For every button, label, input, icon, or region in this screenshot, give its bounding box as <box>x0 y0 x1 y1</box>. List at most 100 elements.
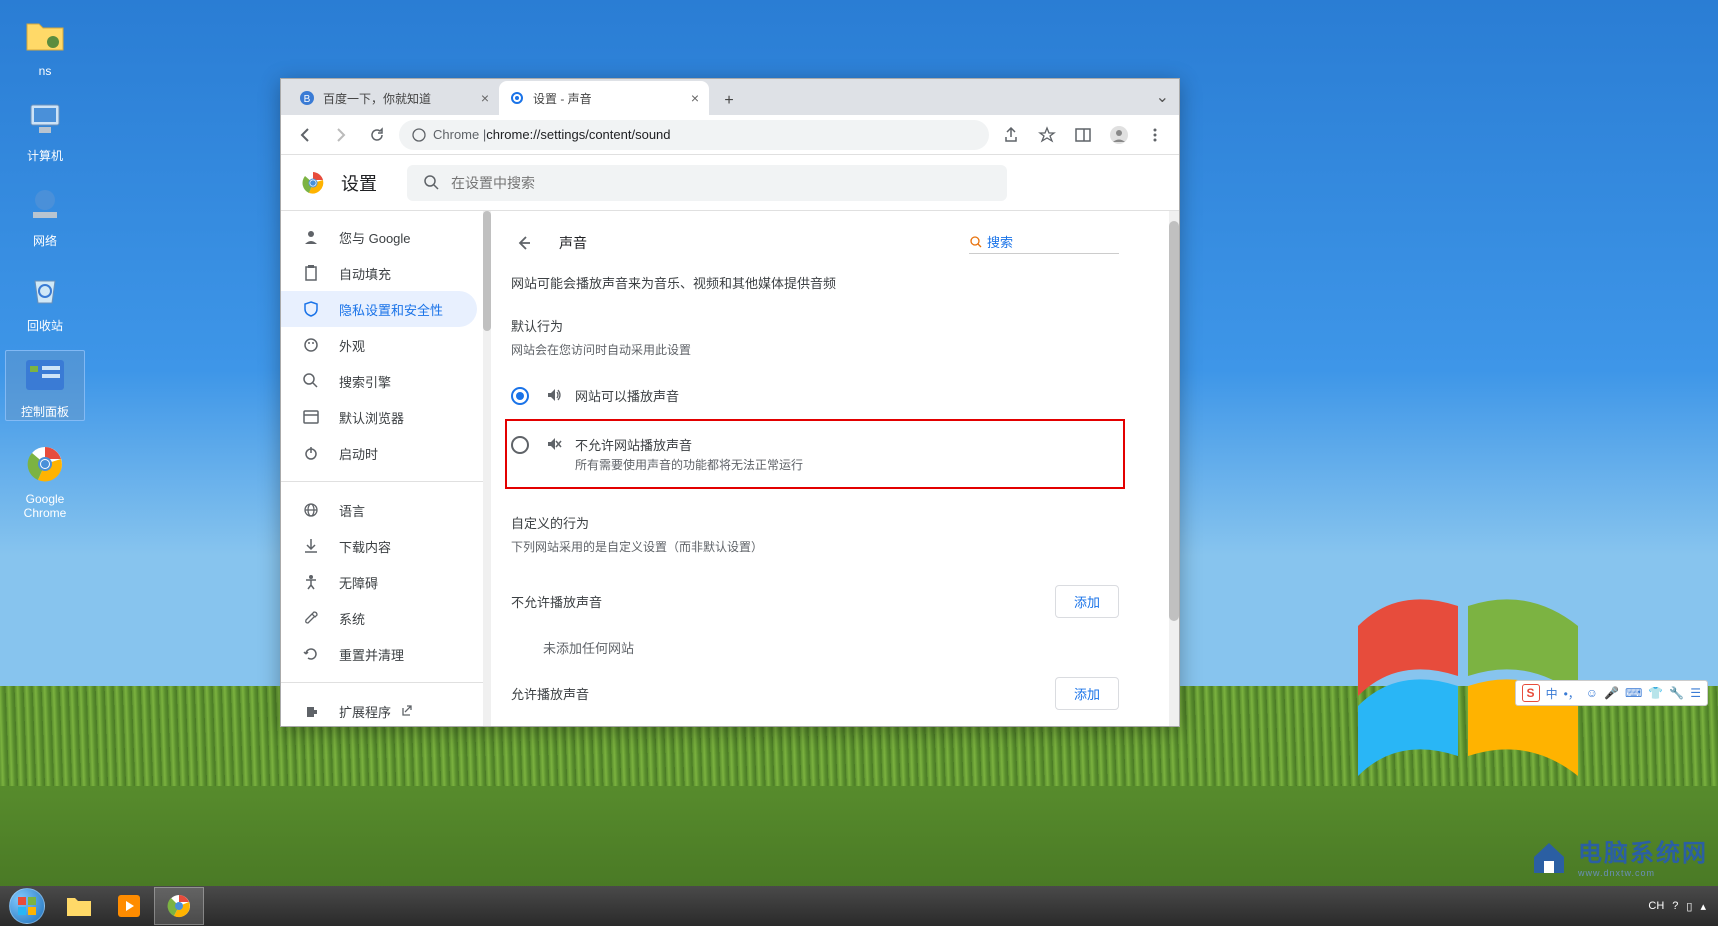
ime-toolbar[interactable]: S 中 •， ☺ 🎤 ⌨ 👕 🔧 ☰ <box>1515 680 1708 706</box>
bookmark-icon[interactable] <box>1033 121 1061 149</box>
sidebar-scrollbar[interactable] <box>483 211 491 726</box>
taskbar-chrome[interactable] <box>154 887 204 925</box>
sidebar-item-downloads[interactable]: 下载内容 <box>281 528 477 564</box>
sidebar-item-on-startup[interactable]: 启动时 <box>281 435 477 471</box>
sidebar-item-search-engine[interactable]: 搜索引擎 <box>281 363 477 399</box>
tab-close-icon[interactable]: × <box>481 90 489 106</box>
desktop-icon-label: 回收站 <box>5 317 85 334</box>
sidebar-item-extensions[interactable]: 扩展程序 <box>281 693 477 726</box>
ime-punct-icon[interactable]: •， <box>1564 685 1580 702</box>
tray-flag-icon[interactable]: ▯ <box>1686 900 1692 913</box>
tray-expand-icon[interactable]: ▴ <box>1700 900 1706 913</box>
side-panel-icon[interactable] <box>1069 121 1097 149</box>
tray-language[interactable]: CH <box>1648 900 1664 912</box>
sidebar-item-reset[interactable]: 重置并清理 <box>281 636 477 672</box>
ime-tool-icon[interactable]: 🔧 <box>1669 686 1684 700</box>
ime-menu-icon[interactable]: ☰ <box>1690 686 1701 700</box>
sidebar-item-label: 自动填充 <box>339 264 391 283</box>
page-back-button[interactable] <box>511 231 535 255</box>
tab-dropdown-icon[interactable]: ⌄ <box>1156 87 1169 107</box>
radio-label: 网站可以播放声音 <box>575 386 679 405</box>
settings-search-input[interactable] <box>451 175 991 191</box>
palette-icon <box>301 336 321 354</box>
ime-emoji-icon[interactable]: ☺ <box>1586 686 1598 700</box>
ime-keyboard-icon[interactable]: ⌨ <box>1625 686 1642 700</box>
sidebar-item-label: 默认浏览器 <box>339 408 404 427</box>
desktop-icon-ns[interactable]: ns <box>5 12 85 78</box>
share-icon[interactable] <box>997 121 1025 149</box>
svg-text:B: B <box>304 94 311 105</box>
external-link-icon <box>399 704 413 718</box>
radio-button[interactable] <box>511 436 529 454</box>
desktop-icon-chrome[interactable]: Google Chrome <box>5 440 85 520</box>
taskbar-explorer[interactable] <box>54 887 104 925</box>
new-tab-button[interactable]: + <box>715 87 743 115</box>
ime-lang[interactable]: 中 <box>1546 685 1558 702</box>
search-small-icon <box>969 235 983 249</box>
sidebar-item-label: 启动时 <box>339 444 378 463</box>
folder-icon <box>21 12 69 60</box>
sidebar-item-label: 语言 <box>339 501 365 520</box>
desktop-icon-network[interactable]: 网络 <box>5 180 85 249</box>
block-list-label: 不允许播放声音 <box>511 592 602 611</box>
settings-header: 设置 <box>281 155 1179 211</box>
allow-list-header: 允许播放声音 添加 <box>511 665 1119 722</box>
desktop-icon-computer[interactable]: 计算机 <box>5 95 85 164</box>
page-search[interactable]: 搜索 <box>969 232 1119 254</box>
tab-baidu[interactable]: B 百度一下，你就知道 × <box>289 81 499 115</box>
content-scrollbar[interactable] <box>1169 211 1179 726</box>
sidebar-item-default-browser[interactable]: 默认浏览器 <box>281 399 477 435</box>
sidebar-item-accessibility[interactable]: 无障碍 <box>281 564 477 600</box>
sidebar-item-privacy[interactable]: 隐私设置和安全性 <box>281 291 477 327</box>
radio-block-sound[interactable]: 不允许网站播放声音 所有需要使用声音的功能都将无法正常运行 <box>511 425 1119 483</box>
address-bar[interactable]: Chrome | chrome://settings/content/sound <box>399 120 989 150</box>
settings-content: 声音 搜索 网站可能会播放声音来为音乐、视频和其他媒体提供音频 默认行为 网站会… <box>491 211 1179 726</box>
chrome-logo-icon <box>301 171 325 195</box>
radio-button[interactable] <box>511 387 529 405</box>
recycle-bin-icon <box>21 265 69 313</box>
highlight-annotation: 不允许网站播放声音 所有需要使用声音的功能都将无法正常运行 <box>505 419 1125 489</box>
desktop-icon-label: 控制面板 <box>6 403 84 420</box>
desktop-icon-label: ns <box>5 64 85 78</box>
person-icon <box>301 228 321 246</box>
volume-mute-icon <box>545 435 565 453</box>
add-block-button[interactable]: 添加 <box>1055 585 1119 618</box>
sidebar-item-autofill[interactable]: 自动填充 <box>281 255 477 291</box>
sidebar-item-system[interactable]: 系统 <box>281 600 477 636</box>
sidebar-item-label: 搜索引擎 <box>339 372 391 391</box>
block-list-header: 不允许播放声音 添加 <box>511 573 1119 630</box>
tab-close-icon[interactable]: × <box>691 90 699 106</box>
sidebar-item-appearance[interactable]: 外观 <box>281 327 477 363</box>
settings-search[interactable] <box>407 165 1007 201</box>
control-panel-icon <box>21 351 69 399</box>
forward-button[interactable] <box>327 121 355 149</box>
ime-skin-icon[interactable]: 👕 <box>1648 686 1663 700</box>
desktop-icon-recycle-bin[interactable]: 回收站 <box>5 265 85 334</box>
tray-help-icon[interactable]: ? <box>1672 900 1678 912</box>
block-list-empty: 未添加任何网站 <box>511 630 1119 665</box>
desktop-icon-label: Google Chrome <box>5 492 85 520</box>
desktop-icon-control-panel[interactable]: 控制面板 <box>5 350 85 421</box>
baidu-favicon-icon: B <box>299 90 315 106</box>
ime-mic-icon[interactable]: 🎤 <box>1604 686 1619 700</box>
radio-allow-sound[interactable]: 网站可以播放声音 <box>511 376 1119 415</box>
settings-body: 设置 您与 Google 自动填充 隐私设置和安全性 外观 搜索引擎 默认浏览器… <box>281 155 1179 726</box>
start-button[interactable] <box>0 886 54 926</box>
site-info-icon[interactable] <box>411 127 427 143</box>
sidebar-item-languages[interactable]: 语言 <box>281 492 477 528</box>
taskbar-media-player[interactable] <box>104 887 154 925</box>
profile-icon[interactable] <box>1105 121 1133 149</box>
allow-list-label: 允许播放声音 <box>511 684 589 703</box>
sidebar-item-label: 重置并清理 <box>339 645 404 664</box>
desktop-icon-label: 网络 <box>5 232 85 249</box>
watermark: 电脑系统网 www.dnxtw.com <box>1528 833 1708 878</box>
sidebar-item-you-and-google[interactable]: 您与 Google <box>281 219 477 255</box>
network-icon <box>21 180 69 228</box>
tab-settings[interactable]: 设置 - 声音 × <box>499 81 709 115</box>
add-allow-button[interactable]: 添加 <box>1055 677 1119 710</box>
windows-logo-wallpaper <box>1318 546 1598 806</box>
reload-button[interactable] <box>363 121 391 149</box>
back-button[interactable] <box>291 121 319 149</box>
menu-icon[interactable] <box>1141 121 1169 149</box>
url-text: chrome://settings/content/sound <box>486 127 670 142</box>
